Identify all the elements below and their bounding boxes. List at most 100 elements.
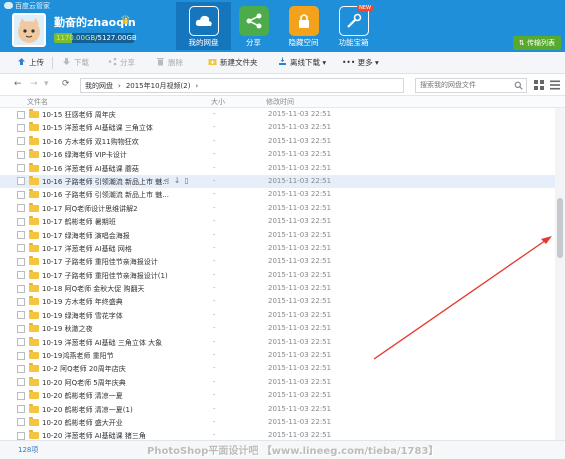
file-row[interactable]: 10-16 方木老师 双11购物狂欢 - 2015-11-03 22:51 [0, 135, 555, 148]
scrollbar-thumb[interactable] [557, 198, 563, 258]
row-checkbox[interactable] [17, 351, 25, 360]
back-arrow-icon[interactable]: ← [14, 79, 22, 89]
file-name[interactable]: 10-17 绿海老师 演唱会海报 [42, 231, 130, 241]
file-name[interactable]: 10-16 子路老师 引领潮流 新品上市 魅... [42, 177, 169, 187]
refresh-icon[interactable]: ⟳ [62, 79, 70, 89]
file-row[interactable]: 10-17 绿海老师 演唱会海报 - 2015-11-03 22:51 [0, 229, 555, 242]
file-name[interactable]: 10-17 子路老师 重阳佳节亲海报设计(1) [42, 271, 168, 281]
row-checkbox[interactable] [17, 190, 25, 199]
file-name[interactable]: 10-20 鹤彬老师 清凉一夏 [42, 391, 123, 401]
history-dropdown-icon[interactable]: ▾ [44, 79, 49, 89]
row-checkbox[interactable] [17, 204, 25, 213]
file-name[interactable]: 10-18 阿Q老师 金秋大促 购翻天 [42, 284, 145, 294]
file-row[interactable]: 10-19 洋葱老师 AI基础 三角立体 大象 - 2015-11-03 22:51 [0, 336, 555, 349]
file-name[interactable]: 10-19鸿燕老师 重阳节 [42, 351, 114, 361]
file-row[interactable]: 10-20 鹤彬老师 盛大开业 - 2015-11-03 22:51 [0, 416, 555, 429]
row-checkbox[interactable] [17, 217, 25, 226]
file-name[interactable]: 10-20 洋葱老师 AI基础课 猪三角 [42, 431, 146, 440]
row-checkbox[interactable] [17, 418, 25, 427]
row-checkbox[interactable] [17, 123, 25, 132]
file-name[interactable]: 10-15 狂感老师 周年庆 [42, 110, 116, 120]
share-button[interactable]: 分享 [108, 57, 135, 68]
file-row[interactable]: 10-19 方木老师 年终盛典 - 2015-11-03 22:51 [0, 295, 555, 308]
trash-icon[interactable]: ▯ [184, 176, 192, 185]
file-row[interactable]: 10-15 洋葱老师 AI基础课 三角立体 - 2015-11-03 22:51 [0, 121, 555, 134]
file-name[interactable]: 10-2 阿Q老师 20周年店庆 [42, 364, 126, 374]
row-checkbox[interactable] [17, 244, 25, 253]
file-row[interactable]: 10-2 阿Q老师 20周年店庆 - 2015-11-03 22:51 [0, 362, 555, 375]
row-checkbox[interactable] [17, 150, 25, 159]
transfer-list-button[interactable]: ⇅ 传输列表 [512, 36, 561, 50]
row-checkbox[interactable] [17, 324, 25, 333]
download-icon[interactable]: ↓ [174, 176, 185, 185]
row-checkbox[interactable] [17, 271, 25, 280]
row-checkbox[interactable] [17, 378, 25, 387]
new-folder-button[interactable]: 新建文件夹 [208, 57, 258, 68]
more-button[interactable]: ••• 更多 ▾ [342, 57, 379, 68]
column-modified[interactable]: 修改时间 [266, 97, 294, 107]
row-checkbox[interactable] [17, 257, 25, 266]
avatar[interactable] [12, 13, 46, 47]
file-name[interactable]: 10-16 子路老师 引领潮流 新品上市 魅... [42, 190, 169, 200]
file-row[interactable]: 10-15 狂感老师 周年庆 - 2015-11-03 22:51 [0, 108, 555, 121]
file-name[interactable]: 10-16 洋葱老师 AI基础课 蘑菇 [42, 164, 139, 174]
file-row[interactable]: 10-17 洋葱老师 AI基础 网格 - 2015-11-03 22:51 [0, 242, 555, 255]
file-name[interactable]: 10-19 洋葱老师 AI基础 三角立体 大象 [42, 338, 162, 348]
breadcrumb-item[interactable]: 2015年10月视频(2) [126, 82, 191, 90]
file-row[interactable]: 10-16 子路老师 引领潮流 新品上市 魅... - 2015-11-03 22:… [0, 188, 555, 201]
file-name[interactable]: 10-19 秋澈之夜 [42, 324, 93, 334]
tab-toolbox[interactable]: NEW 功能宝箱 [326, 2, 381, 50]
row-checkbox[interactable] [17, 338, 25, 347]
row-checkbox[interactable] [17, 391, 25, 400]
file-name[interactable]: 10-17 鹤彬老师 暑期班 [42, 217, 116, 227]
file-row[interactable]: 10-18 阿Q老师 金秋大促 购翻天 - 2015-11-03 22:51 [0, 282, 555, 295]
file-row[interactable]: 10-17 子路老师 重阳佳节亲海报设计 - 2015-11-03 22:51 [0, 255, 555, 268]
file-row[interactable]: 10-19 秋澈之夜 - 2015-11-03 22:51 [0, 322, 555, 335]
file-name[interactable]: 10-19 绿海老师 雪花字体 [42, 311, 123, 321]
forward-arrow-icon[interactable]: → [30, 79, 38, 89]
file-row[interactable]: 10-20 鹤彬老师 清凉一夏 - 2015-11-03 22:51 [0, 389, 555, 402]
download-button[interactable]: 下载 [62, 57, 89, 68]
grid-view-icon[interactable] [534, 80, 544, 92]
scrollbar[interactable] [555, 108, 565, 440]
column-name[interactable]: 文件名 [27, 97, 48, 107]
breadcrumb[interactable]: 我的网盘 › 2015年10月视频(2) › [80, 78, 404, 93]
row-checkbox[interactable] [17, 231, 25, 240]
file-name[interactable]: 10-20 鹤彬老师 盛大开业 [42, 418, 123, 428]
offline-download-button[interactable]: 离线下载 ▾ [278, 57, 326, 68]
file-row[interactable]: 10-20 鹤彬老师 清凉一夏(1) - 2015-11-03 22:51 [0, 403, 555, 416]
breadcrumb-item[interactable]: 我的网盘 [85, 82, 113, 90]
tab-my-disk[interactable]: 我的网盘 [176, 2, 231, 50]
file-name[interactable]: 10-16 方木老师 双11购物狂欢 [42, 137, 139, 147]
tab-share[interactable]: 分享 [226, 2, 281, 50]
file-name[interactable]: 10-16 绿海老师 VIP卡设计 [42, 150, 127, 160]
row-checkbox[interactable] [17, 297, 25, 306]
file-row[interactable]: 10-16 洋葱老师 AI基础课 蘑菇 - 2015-11-03 22:51 [0, 162, 555, 175]
file-row[interactable]: 10-19 绿海老师 雪花字体 - 2015-11-03 22:51 [0, 309, 555, 322]
row-checkbox[interactable] [17, 311, 25, 320]
file-row[interactable]: 10-20 洋葱老师 AI基础课 猪三角 - 2015-11-03 22:51 [0, 429, 555, 440]
file-row[interactable]: 10-17 鹤彬老师 暑期班 - 2015-11-03 22:51 [0, 215, 555, 228]
file-name[interactable]: 10-15 洋葱老师 AI基础课 三角立体 [42, 123, 153, 133]
search-input[interactable] [420, 81, 515, 89]
file-name[interactable]: 10-19 方木老师 年终盛典 [42, 297, 123, 307]
share-icon[interactable]: ⋖ [163, 176, 174, 185]
file-row[interactable]: 10-16 绿海老师 VIP卡设计 - 2015-11-03 22:51 [0, 148, 555, 161]
upload-button[interactable]: 上传 [17, 57, 44, 68]
row-checkbox[interactable] [17, 177, 25, 186]
file-name[interactable]: 10-17 阿Q老师设计思维讲解2 [42, 204, 138, 214]
file-row[interactable]: 10-16 子路老师 引领潮流 新品上市 魅... ⋖↓▯ - 2015-11-03 … [0, 174, 555, 189]
file-name[interactable]: 10-20 阿Q老师 5周年庆典 [42, 378, 126, 388]
file-name[interactable]: 10-17 子路老师 重阳佳节亲海报设计 [42, 257, 158, 267]
row-checkbox[interactable] [17, 431, 25, 440]
file-row[interactable]: 10-19鸿燕老师 重阳节 - 2015-11-03 22:51 [0, 349, 555, 362]
row-checkbox[interactable] [17, 405, 25, 414]
file-row[interactable]: 10-20 阿Q老师 5周年庆典 - 2015-11-03 22:51 [0, 376, 555, 389]
row-checkbox[interactable] [17, 284, 25, 293]
search-icon[interactable] [514, 81, 523, 92]
list-view-icon[interactable] [550, 80, 560, 92]
file-row[interactable]: 10-17 阿Q老师设计思维讲解2 - 2015-11-03 22:51 [0, 202, 555, 215]
row-checkbox[interactable] [17, 364, 25, 373]
column-size[interactable]: 大小 [211, 97, 225, 107]
file-name[interactable]: 10-20 鹤彬老师 清凉一夏(1) [42, 405, 133, 415]
